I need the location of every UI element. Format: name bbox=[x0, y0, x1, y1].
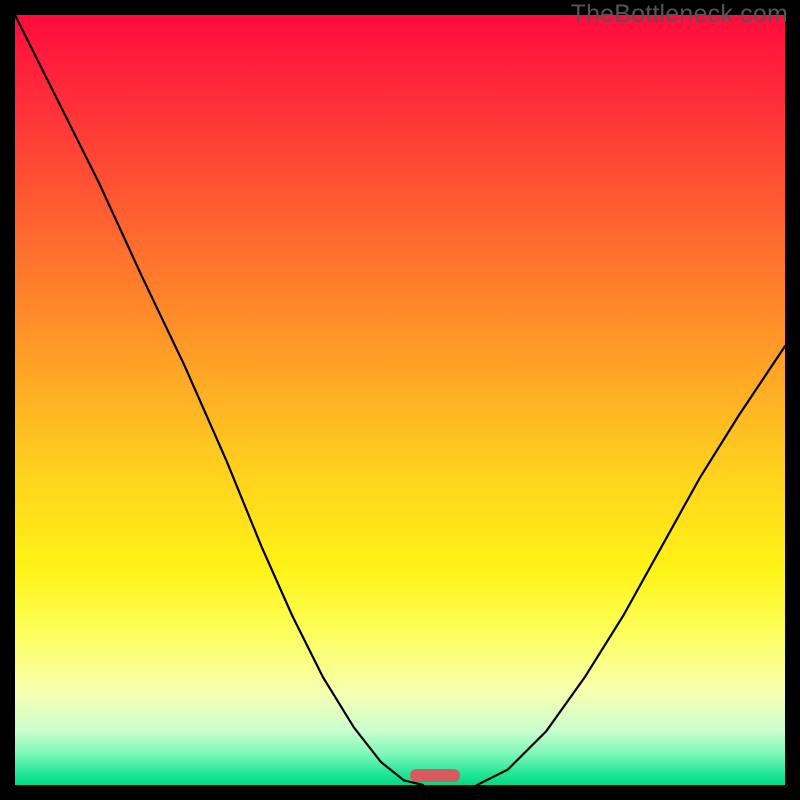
bottleneck-curve bbox=[15, 15, 785, 785]
chart-frame: TheBottleneck.com bbox=[0, 0, 800, 800]
curve-right-branch bbox=[477, 346, 785, 785]
watermark-text: TheBottleneck.com bbox=[571, 0, 788, 29]
optimal-range-marker bbox=[410, 769, 460, 782]
curve-left-branch bbox=[15, 15, 423, 785]
plot-area bbox=[15, 15, 785, 785]
